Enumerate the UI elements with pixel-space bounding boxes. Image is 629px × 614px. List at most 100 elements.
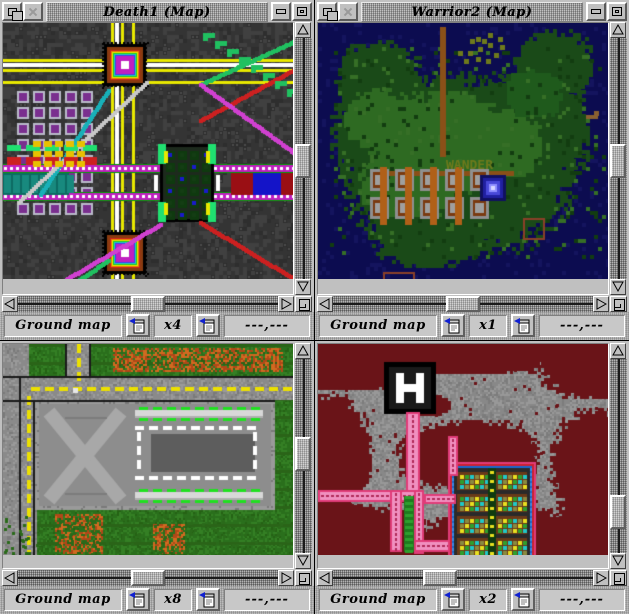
map-canvas-bottomleft[interactable] [3,344,293,555]
window-title-bar[interactable]: Death1 (Map) [46,2,268,22]
window-warrior2[interactable]: Warrior2 (Map) Ground map x1 ---,--- [315,0,629,340]
desktop: Death1 (Map) Ground map x4 ---,--- Warri… [0,0,629,614]
maximize-button[interactable] [607,2,627,21]
maximize-button[interactable] [292,2,312,21]
map-viewport-bottomright[interactable] [317,343,609,569]
vertical-scrollbar[interactable] [610,343,627,569]
window-title-bar[interactable]: Warrior2 (Map) [361,2,583,22]
horizontal-scrollbar[interactable] [2,296,294,312]
zoom-level-field[interactable]: x1 [469,314,507,337]
zoom-level-field[interactable]: x8 [154,588,192,611]
page-title: Warrior2 (Map) [411,4,533,20]
toolbar-death1: Ground map x4 ---,--- [0,312,314,340]
resize-grip[interactable] [610,570,627,586]
zoom-in-button[interactable] [511,588,535,611]
scroll-down-button[interactable] [610,279,626,295]
scroll-down-button[interactable] [295,279,311,295]
vertical-scrollbar[interactable] [610,22,627,295]
zoom-level-label: x2 [479,592,497,607]
coordinates-field: ---,--- [224,588,310,611]
resize-grip-icon [300,304,306,308]
horizontal-scroll-track[interactable] [18,570,278,586]
scroll-left-button[interactable] [317,570,333,586]
restore-button[interactable] [2,2,23,21]
window-death1[interactable]: Death1 (Map) Ground map x4 ---,--- [0,0,314,340]
vertical-scrollbar[interactable] [295,22,312,295]
horizontal-scroll-track[interactable] [333,296,593,312]
titlebar-death1[interactable]: Death1 (Map) [0,0,314,22]
zoom-in-button[interactable] [511,314,535,337]
coordinates-label: ---,--- [560,318,604,333]
vertical-scroll-thumb[interactable] [610,494,626,529]
map-canvas-bottomright[interactable] [318,344,608,555]
scroll-right-button[interactable] [593,570,609,586]
vertical-scroll-track[interactable] [295,38,312,279]
scroll-left-button[interactable] [2,570,18,586]
scroll-up-button[interactable] [610,22,626,38]
titlebar-warrior2[interactable]: Warrior2 (Map) [315,0,629,22]
resize-grip[interactable] [610,296,627,312]
horizontal-scroll-thumb[interactable] [446,296,480,312]
zoom-level-label: x1 [479,318,497,333]
resize-grip[interactable] [295,296,312,312]
scroll-down-button[interactable] [610,553,626,569]
map-viewport-death1[interactable] [2,22,294,295]
map-viewport-bottomleft[interactable] [2,343,294,569]
close-button[interactable] [23,2,43,21]
scroll-right-button[interactable] [278,570,294,586]
vertical-scroll-track[interactable] [610,359,627,553]
resize-grip[interactable] [295,570,312,586]
map-mode-field[interactable]: Ground map [319,588,437,611]
vertical-scrollbar[interactable] [295,343,312,569]
minimize-button[interactable] [586,2,606,21]
horizontal-scrollbar[interactable] [317,296,609,312]
scroll-left-button[interactable] [317,296,333,312]
close-button[interactable] [338,2,358,21]
scroll-down-button[interactable] [295,553,311,569]
coordinates-label: ---,--- [245,318,289,333]
restore-button[interactable] [317,2,338,21]
zoom-out-button[interactable] [441,588,465,611]
zoom-out-button[interactable] [126,314,150,337]
zoom-level-field[interactable]: x4 [154,314,192,337]
zoom-level-field[interactable]: x2 [469,588,507,611]
minimize-button[interactable] [271,2,291,21]
horizontal-scroll-thumb[interactable] [423,570,457,586]
map-mode-field[interactable]: Ground map [4,314,122,337]
map-canvas-warrior2[interactable] [318,23,608,279]
restore-icon [323,8,338,21]
horizontal-scrollbar[interactable] [317,570,609,586]
vertical-scroll-thumb[interactable] [295,144,311,179]
zoom-level-label: x8 [164,592,182,607]
resize-grip-icon [300,578,306,582]
map-mode-field[interactable]: Ground map [319,314,437,337]
vertical-scroll-thumb[interactable] [610,144,626,179]
zoom-out-button[interactable] [441,314,465,337]
map-viewport-warrior2[interactable] [317,22,609,295]
zoom-in-button[interactable] [196,314,220,337]
map-mode-field[interactable]: Ground map [4,588,122,611]
scroll-left-button[interactable] [2,296,18,312]
scroll-up-button[interactable] [295,22,311,38]
horizontal-scroll-track[interactable] [18,296,278,312]
coordinates-label: ---,--- [245,592,289,607]
vertical-scroll-track[interactable] [610,38,627,279]
horizontal-scroll-track[interactable] [333,570,593,586]
window-bottomleft[interactable]: Ground map x8 ---,--- [0,341,314,614]
horizontal-scroll-thumb[interactable] [131,570,165,586]
zoom-in-button[interactable] [196,588,220,611]
scroll-right-button[interactable] [593,296,609,312]
window-bottomright[interactable]: Ground map x2 ---,--- [315,341,629,614]
vertical-scroll-thumb[interactable] [295,436,311,471]
toolbar-bottomright: Ground map x2 ---,--- [315,586,629,614]
zoom-out-button[interactable] [126,588,150,611]
vertical-scroll-track[interactable] [295,359,312,553]
map-canvas-death1[interactable] [3,23,293,279]
horizontal-scrollbar[interactable] [2,570,294,586]
horizontal-scroll-thumb[interactable] [131,296,165,312]
maximize-icon [297,7,307,16]
scroll-up-button[interactable] [610,343,626,359]
coordinates-label: ---,--- [560,592,604,607]
scroll-right-button[interactable] [278,296,294,312]
scroll-up-button[interactable] [295,343,311,359]
